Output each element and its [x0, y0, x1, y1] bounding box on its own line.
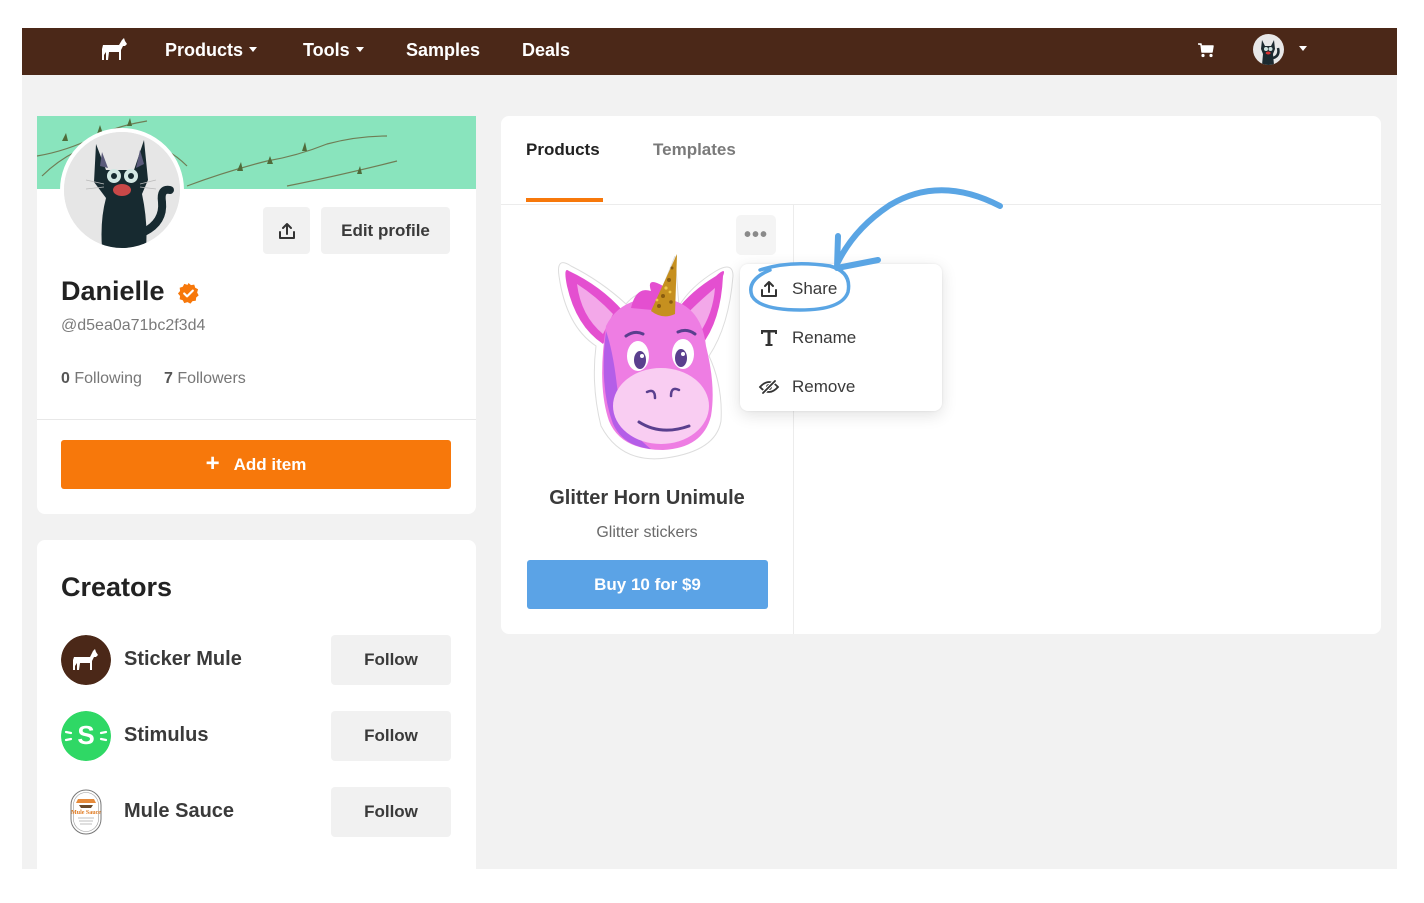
creators-title: Creators [61, 572, 173, 602]
creator-name[interactable]: Stimulus [124, 724, 208, 747]
black-cat-icon [1261, 40, 1280, 65]
verified-badge-icon [177, 282, 199, 304]
more-options-button[interactable]: ••• [736, 215, 776, 255]
edit-profile-button[interactable]: Edit profile [321, 207, 450, 254]
chevron-down-icon [355, 46, 364, 52]
stimulus-logo-icon: S [61, 711, 111, 761]
profile-stats: 0 Following 7 Followers [61, 370, 246, 388]
cart-icon[interactable] [1197, 41, 1215, 59]
buy-button[interactable]: Buy 10 for $9 [527, 560, 768, 609]
profile-handle: @d5ea0a71bc2f3d4 [61, 317, 206, 334]
mule-logo-icon [61, 635, 111, 685]
mule-sauce-avatar[interactable]: Mule Sauce [61, 787, 111, 837]
user-avatar[interactable] [1253, 34, 1284, 65]
stimulus-avatar[interactable]: S [61, 711, 111, 761]
divider [501, 204, 1381, 205]
menu-item-label: Share [792, 279, 838, 298]
more-icon: ••• [743, 223, 768, 246]
follow-button[interactable]: Follow [331, 635, 451, 685]
page-frame: Products Tools Samples Deals Edit profil… [22, 28, 1397, 869]
creator-row: Mule Sauce Mule Sauce Follow [61, 787, 451, 837]
share-icon [278, 222, 295, 239]
nav-tools[interactable]: Tools [303, 40, 364, 61]
menu-item-rename[interactable]: Rename [740, 316, 942, 360]
followers-link[interactable]: 7 Followers [164, 370, 246, 387]
plus-icon: + [205, 449, 220, 477]
chevron-down-icon [249, 46, 258, 52]
profile-name: Danielle [61, 276, 165, 306]
nav-samples[interactable]: Samples [406, 40, 480, 61]
tab-templates[interactable]: Templates [653, 140, 736, 160]
product-subtitle: Glitter stickers [596, 524, 698, 541]
menu-item-share[interactable]: Share [740, 267, 942, 311]
active-tab-indicator [526, 198, 603, 202]
chevron-down-icon[interactable] [1299, 46, 1307, 51]
eye-off-icon [758, 376, 780, 398]
creators-card: Creators Sticker Mule Follow S Stimulus … [37, 540, 476, 869]
followers-count: 7 [163, 370, 173, 387]
follow-button[interactable]: Follow [331, 787, 451, 837]
following-link[interactable]: 0 Following [61, 370, 142, 387]
profile-card: Edit profile Danielle @d5ea0a71bc2f3d4 0… [37, 116, 476, 514]
top-nav: Products Tools Samples Deals [22, 28, 1397, 75]
menu-item-label: Rename [792, 328, 857, 347]
add-item-button[interactable]: + Add item [61, 440, 451, 489]
creator-name[interactable]: Sticker Mule [124, 648, 242, 671]
add-item-label: Add item [233, 454, 307, 474]
share-profile-button[interactable] [263, 207, 310, 254]
menu-item-label: Remove [792, 377, 856, 396]
mule-logo-icon[interactable] [99, 35, 129, 65]
nav-products-label: Products [165, 40, 244, 60]
followers-label: Followers [177, 370, 246, 387]
menu-item-remove[interactable]: Remove [740, 365, 942, 409]
sticker-mule-avatar[interactable] [61, 635, 111, 685]
product-title[interactable]: Glitter Horn Unimule [501, 487, 793, 510]
unicorn-sticker-image[interactable] [551, 236, 741, 466]
black-cat-icon [64, 132, 180, 248]
mule-sauce-logo-icon: Mule Sauce [61, 787, 111, 837]
share-icon [758, 278, 780, 300]
nav-products[interactable]: Products [165, 40, 258, 61]
creator-name[interactable]: Mule Sauce [124, 800, 234, 823]
following-label: Following [74, 370, 142, 387]
follow-button[interactable]: Follow [331, 711, 451, 761]
text-icon [758, 327, 780, 349]
context-menu: Share Rename Remove [740, 264, 942, 411]
creator-row: Sticker Mule Follow [61, 635, 451, 685]
divider [37, 419, 476, 420]
svg-text:S: S [77, 720, 94, 750]
profile-avatar[interactable] [60, 128, 184, 252]
svg-text:Mule Sauce: Mule Sauce [71, 810, 101, 816]
following-count: 0 [61, 370, 70, 387]
creator-row: S Stimulus Follow [61, 711, 451, 761]
tab-products[interactable]: Products [526, 140, 600, 160]
nav-tools-label: Tools [303, 40, 350, 60]
nav-deals[interactable]: Deals [522, 40, 570, 61]
